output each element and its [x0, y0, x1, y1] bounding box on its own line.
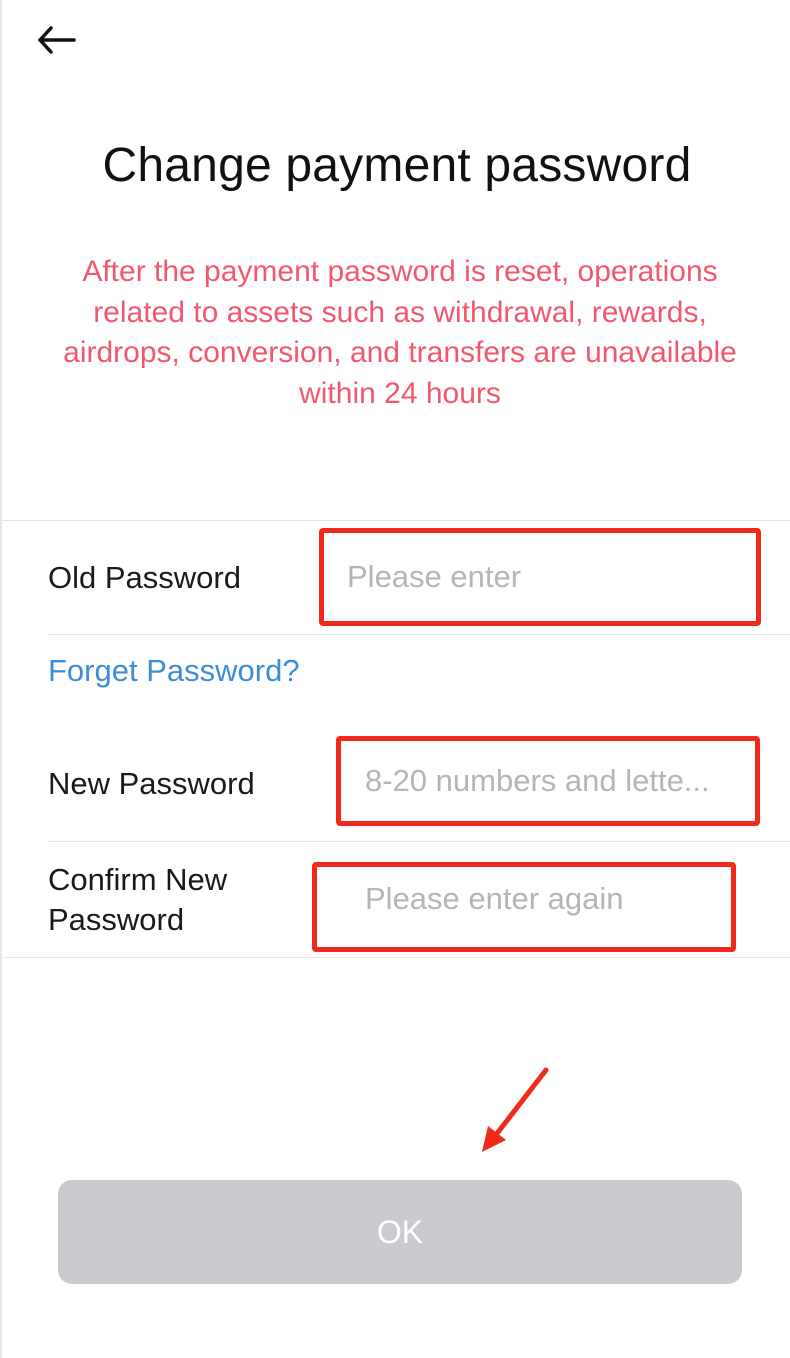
new-password-field-highlight: [336, 736, 760, 826]
forget-password-link[interactable]: Forget Password?: [48, 651, 300, 691]
page-title: Change payment password: [102, 139, 692, 192]
divider: [48, 634, 790, 635]
old-password-label: Old Password: [48, 560, 241, 595]
confirm-password-input[interactable]: [317, 867, 731, 947]
divider: [2, 520, 790, 521]
old-password-input[interactable]: [324, 533, 756, 621]
change-payment-password-screen: Change payment password After the paymen…: [0, 0, 790, 1358]
new-password-label: New Password: [48, 766, 255, 801]
old-password-field-highlight: [319, 528, 761, 626]
divider: [2, 957, 790, 958]
confirm-password-label: Confirm New Password: [48, 860, 227, 940]
confirm-password-label-line2: Password: [48, 902, 185, 937]
arrow-left-icon: [38, 26, 76, 54]
confirm-password-label-line1: Confirm New: [48, 862, 228, 897]
new-password-input[interactable]: [341, 741, 755, 821]
annotation-arrow-icon: [482, 1067, 549, 1152]
divider: [48, 841, 790, 842]
confirm-password-field-highlight: [312, 862, 736, 952]
reset-warning-text: After the payment password is reset, ope…: [63, 255, 737, 410]
back-button[interactable]: [30, 20, 82, 60]
ok-button[interactable]: OK: [58, 1180, 742, 1284]
